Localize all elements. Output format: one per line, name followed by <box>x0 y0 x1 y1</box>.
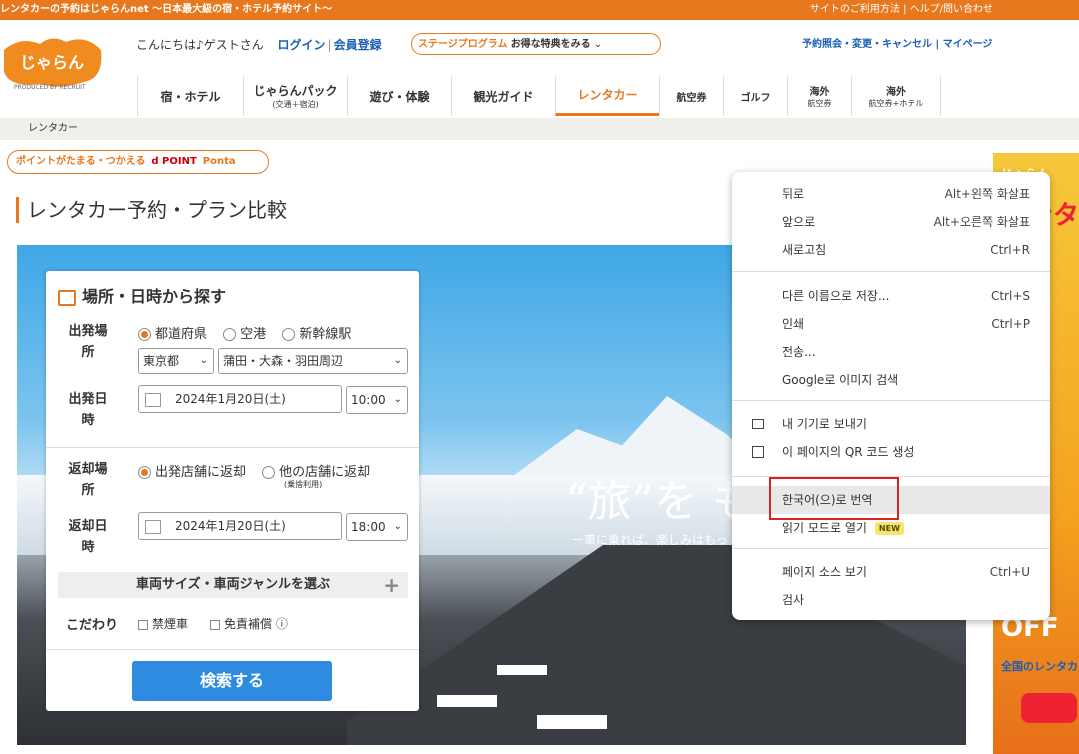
depart-place-options: 都道府県 空港 新幹線駅 <box>138 323 363 342</box>
site-tagline: レンタカーの予約はじゃらんnet ～日本最大級の宿・ホテル予約サイト～ <box>0 4 333 15</box>
prefecture-select[interactable]: 東京都 ⌄ <box>138 348 214 374</box>
menu-reload[interactable]: 새로고침 Ctrl+R <box>732 236 1050 264</box>
greeting: こんにちは♪ゲストさん ログイン | 会員登録 <box>136 38 382 52</box>
radio-return-same[interactable]: 出発店舗に返却 <box>138 465 246 480</box>
radio-shinkansen[interactable]: 新幹線駅 <box>282 327 351 342</box>
calendar-icon <box>145 392 161 407</box>
search-button[interactable]: 検索する <box>132 661 332 701</box>
menu-inspect[interactable]: 검사 <box>732 586 1050 614</box>
menu-back[interactable]: 뒤로 Alt+왼쪽 화살표 <box>732 180 1050 208</box>
nav-activities[interactable]: 遊び・体験 <box>347 76 451 116</box>
calendar-icon <box>58 289 76 306</box>
context-menu: 뒤로 Alt+왼쪽 화살표 앞으로 Alt+오른쪽 화살표 새로고침 Ctrl+R 다… <box>732 172 1050 620</box>
depart-place-label: 出発場所 <box>68 324 108 360</box>
top-bar: レンタカーの予約はじゃらんnet ～日本最大級の宿・ホテル予約サイト～ サイトの… <box>0 0 1079 20</box>
nav-rentacar[interactable]: レンタカー <box>555 76 659 116</box>
account-links[interactable]: 予約照会・変更・キャンセル | マイページ <box>802 35 992 50</box>
help-links[interactable]: サイトのご利用方法 | ヘルプ/問い合わせ <box>810 0 993 20</box>
nav-overseas-hotel[interactable]: 海外 航空券+ホテル <box>851 76 941 116</box>
menu-qr-code[interactable]: 이 페이지의 QR 코드 생성 <box>732 438 1050 466</box>
logo-text: じゃらん <box>20 53 84 72</box>
menu-google-image-search[interactable]: Google로 이미지 검색 <box>732 366 1050 394</box>
nav-air[interactable]: 航空券 <box>659 76 723 116</box>
stage-program-button[interactable]: ステージプログラム お得な特典をみる ⌄ <box>411 33 661 55</box>
radio-airport[interactable]: 空港 <box>223 327 266 342</box>
return-other-note: (乗捨利用) <box>284 480 323 489</box>
dpoint-logo: d POINT <box>151 156 197 167</box>
register-link[interactable]: 会員登録 <box>334 38 382 52</box>
menu-print[interactable]: 인쇄 Ctrl+P <box>732 310 1050 338</box>
menu-forward[interactable]: 앞으로 Alt+오른쪽 화살표 <box>732 208 1050 236</box>
radio-prefecture[interactable]: 都道府県 <box>138 327 207 342</box>
qr-code-icon <box>752 446 764 458</box>
depart-time-select[interactable]: 10:00 ⌄ <box>346 386 408 414</box>
menu-save-as[interactable]: 다른 이름으로 저장... Ctrl+S <box>732 282 1050 310</box>
search-form: 場所・日時から探す 出発場所 都道府県 空港 新幹線駅 東京都 ⌄ 蒲田・大森・羽… <box>46 271 419 711</box>
menu-send-to-device[interactable]: 내 기기로 보내기 <box>732 410 1050 438</box>
main-nav: 宿・ホテル じゃらんパック (交通＋宿泊) 遊び・体験 観光ガイド レンタカー 航… <box>137 76 941 116</box>
stage-benefit-label: お得な特典をみる <box>510 39 591 50</box>
radio-return-other[interactable]: 他の店舗に返却 <box>262 465 370 480</box>
ponta-logo: Ponta <box>202 156 236 167</box>
menu-cast[interactable]: 전송... <box>732 338 1050 366</box>
help-icon: ⓘ <box>272 617 288 631</box>
highlight-box <box>769 477 899 520</box>
stage-program-label: ステージプログラム <box>418 39 508 50</box>
calendar-icon <box>145 519 161 534</box>
nonsmoking-checkbox[interactable]: 禁煙車 <box>138 615 188 632</box>
hero-subtext: ー車に乗れば、楽しみはもっ <box>572 533 729 547</box>
breadcrumb: レンタカー <box>0 118 1079 140</box>
login-link[interactable]: ログイン <box>278 38 326 52</box>
vehicle-type-toggle[interactable]: 車両サイズ・車両ジャンルを選ぶ + <box>58 572 408 598</box>
nav-pack[interactable]: じゃらんパック (交通＋宿泊) <box>243 76 347 116</box>
produced-by: PRODUCED BY RECRUIT <box>14 84 86 91</box>
return-date-field[interactable]: 2024年1月20日(土) <box>138 512 342 540</box>
area-select[interactable]: 蒲田・大森・羽田周辺 ⌄ <box>218 348 408 374</box>
depart-date-field[interactable]: 2024年1月20日(土) <box>138 385 342 413</box>
new-badge: NEW <box>874 522 904 535</box>
chevron-down-icon: ⌄ <box>593 39 603 50</box>
preference-label: こだわり <box>66 618 119 633</box>
return-time-select[interactable]: 18:00 ⌄ <box>346 513 408 541</box>
header: じゃらん PRODUCED BY RECRUIT こんにちは♪ゲストさん ログイ… <box>0 20 1079 120</box>
depart-date-label: 出発日時 <box>68 392 108 428</box>
greeting-text: こんにちは♪ゲストさん <box>136 38 264 52</box>
return-place-label: 返却場所 <box>68 462 108 498</box>
insurance-checkbox[interactable]: 免責補償 ⓘ <box>210 615 288 632</box>
form-title: 場所・日時から探す <box>58 283 226 307</box>
nav-guide[interactable]: 観光ガイド <box>451 76 555 116</box>
nav-hotel[interactable]: 宿・ホテル <box>137 76 243 116</box>
nav-golf[interactable]: ゴルフ <box>723 76 787 116</box>
return-date-label: 返却日時 <box>68 519 108 555</box>
nav-overseas-air[interactable]: 海外 航空券 <box>787 76 851 116</box>
points-banner[interactable]: ポイントがたまる・つかえる d POINT Ponta <box>7 150 269 174</box>
plus-icon: + <box>383 573 400 597</box>
menu-view-source[interactable]: 페이지 소스 보기 Ctrl+U <box>732 558 1050 586</box>
device-icon <box>752 419 764 429</box>
return-place-options: 出発店舗に返却 他の店舗に返却 <box>138 461 382 480</box>
page-title: レンタカー予約・プラン比較 <box>16 197 287 223</box>
